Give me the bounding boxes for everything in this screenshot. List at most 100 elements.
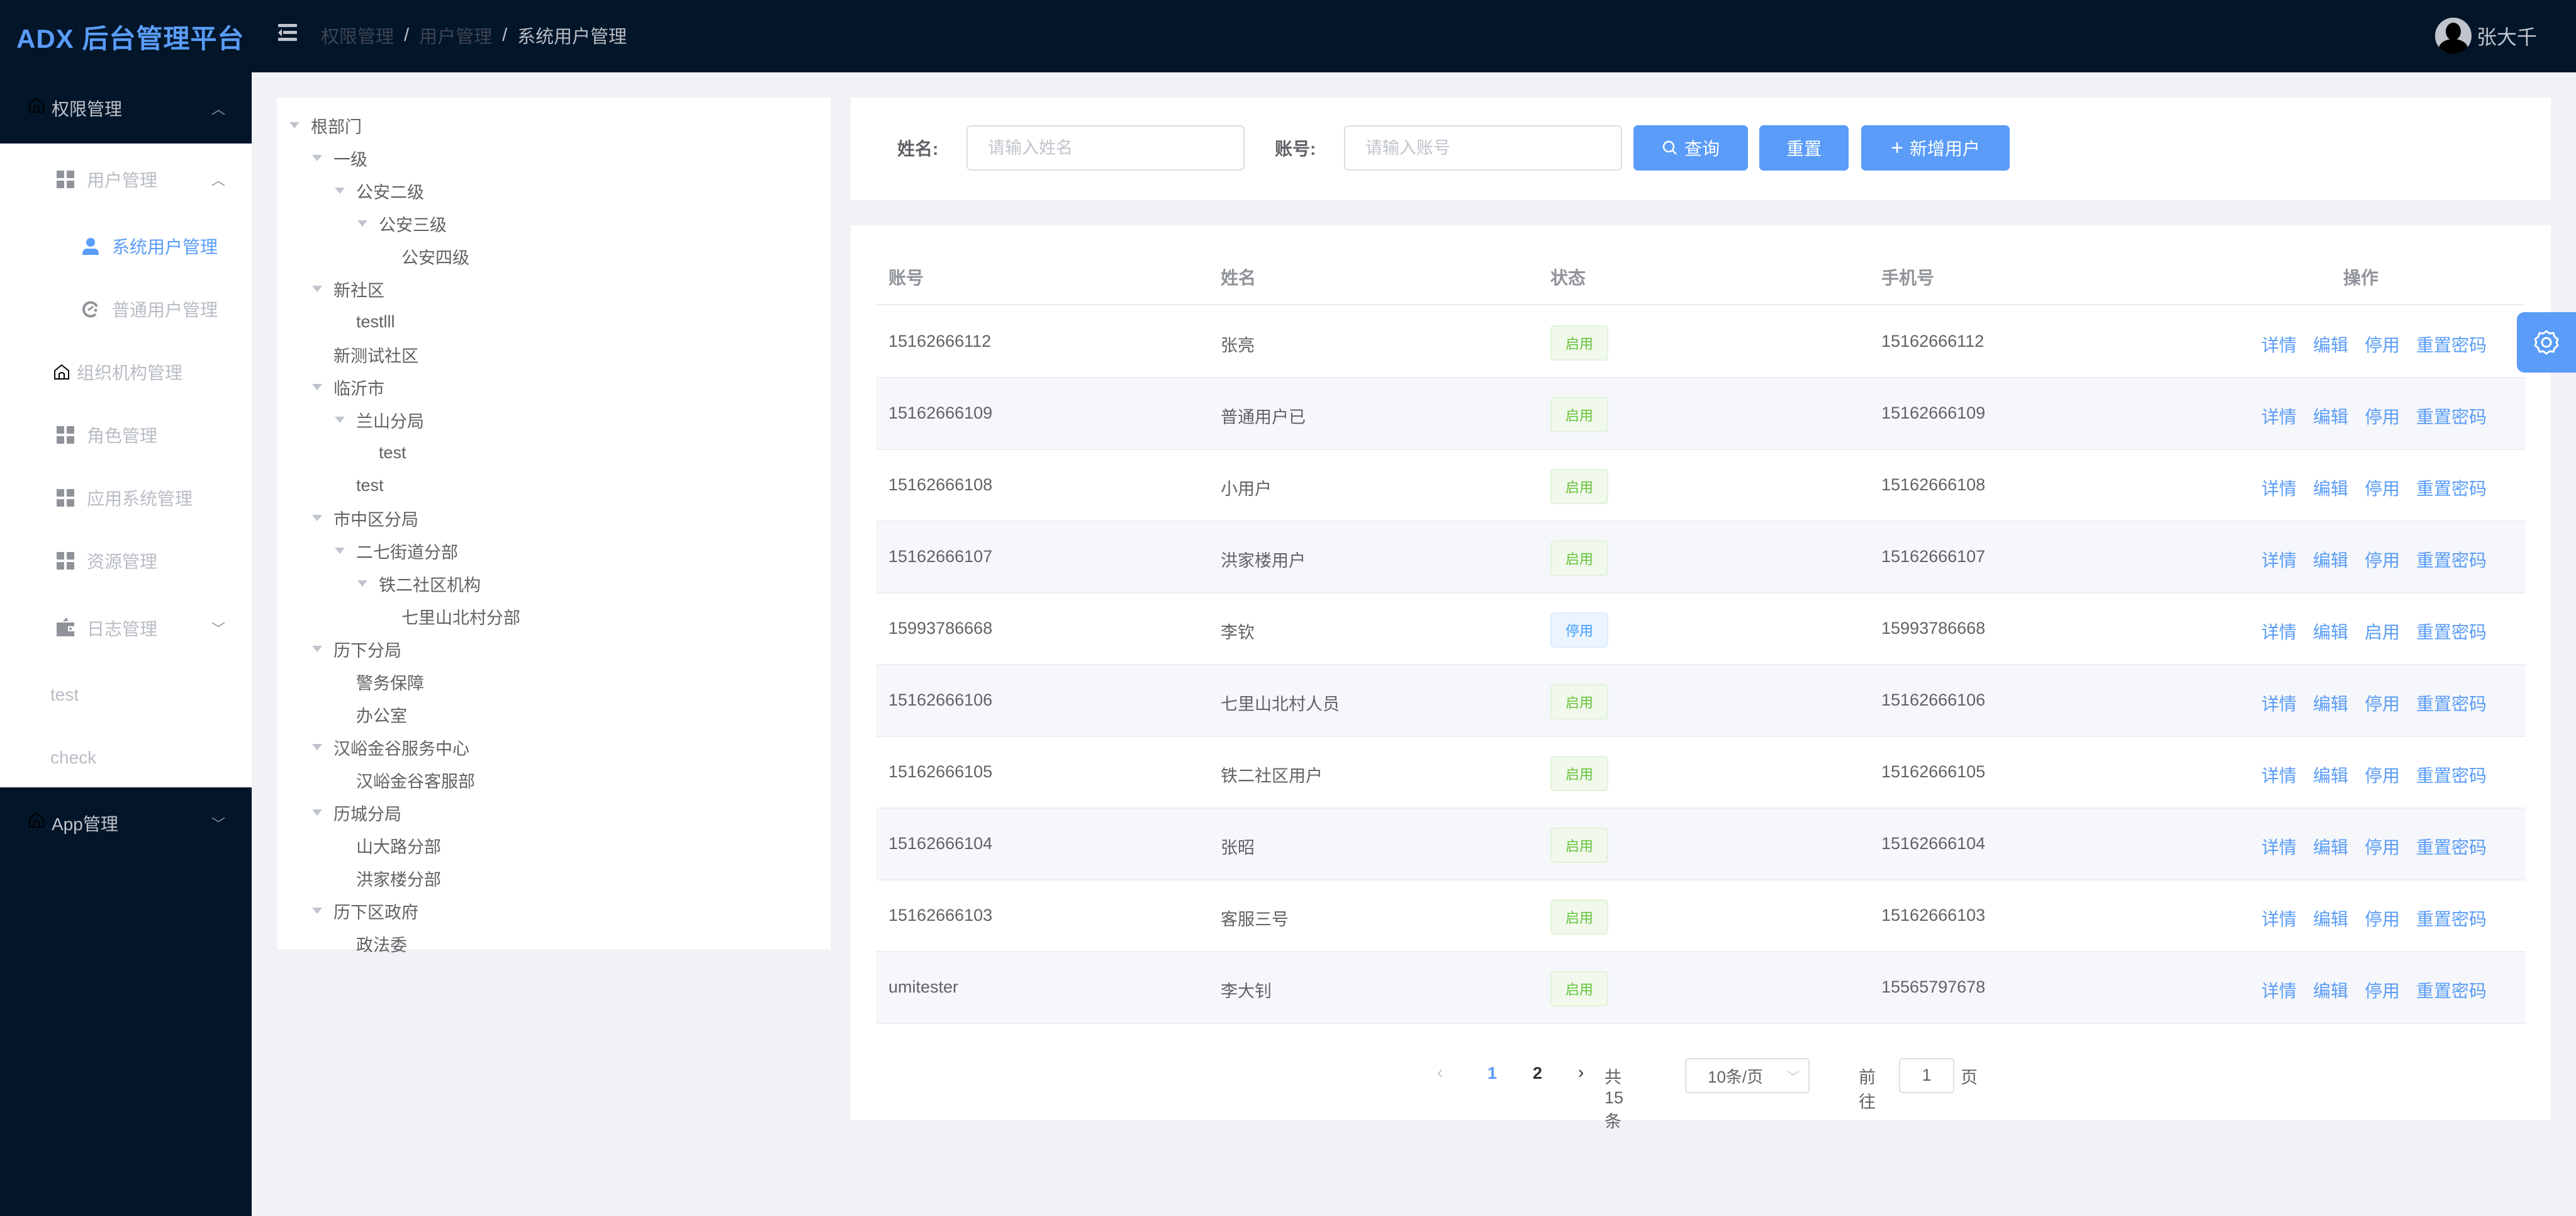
edit-link[interactable]: 编辑 bbox=[2313, 403, 2348, 429]
caret-down-icon[interactable] bbox=[312, 809, 322, 816]
detail-link[interactable]: 详情 bbox=[2261, 547, 2297, 572]
tree-node[interactable]: 汉峪金谷客服部 bbox=[335, 763, 475, 796]
sidebar-item-test[interactable]: test bbox=[0, 663, 252, 726]
tree-node[interactable]: 新测试社区 bbox=[312, 338, 418, 371]
toggle-status-link[interactable]: 停用 bbox=[2365, 762, 2400, 787]
reset-password-link[interactable]: 重置密码 bbox=[2416, 547, 2487, 572]
sidebar-item-logs[interactable]: 日志管理 ﹀ bbox=[0, 592, 252, 663]
sidebar-group-permissions[interactable]: 权限管理 ︿ bbox=[0, 72, 252, 144]
detail-link[interactable]: 详情 bbox=[2261, 834, 2297, 859]
caret-down-icon[interactable] bbox=[335, 548, 345, 554]
toggle-status-link[interactable]: 停用 bbox=[2365, 403, 2400, 429]
tree-node[interactable]: test bbox=[335, 469, 384, 502]
detail-link[interactable]: 详情 bbox=[2261, 403, 2297, 429]
reset-button[interactable]: 重置 bbox=[1759, 125, 1849, 171]
edit-link[interactable]: 编辑 bbox=[2313, 834, 2348, 859]
tree-node[interactable]: 汉峪金谷服务中心 bbox=[312, 731, 469, 763]
caret-down-icon[interactable] bbox=[312, 646, 322, 652]
detail-link[interactable]: 详情 bbox=[2261, 619, 2297, 644]
caret-down-icon[interactable] bbox=[312, 155, 322, 161]
tree-node[interactable]: 历城分局 bbox=[312, 796, 401, 829]
table-row[interactable]: 15162666106 七里山北村人员 15162666106 启用 详情 编辑 停用 重置密… bbox=[876, 665, 2526, 737]
name-input[interactable] bbox=[966, 125, 1245, 171]
query-button[interactable]: 查询 bbox=[1633, 125, 1748, 171]
tree-node[interactable]: 临沂市 bbox=[312, 371, 384, 403]
next-page-icon[interactable]: › bbox=[1578, 1062, 1584, 1083]
prev-page-icon[interactable]: ‹ bbox=[1437, 1062, 1443, 1083]
tree-node[interactable]: 办公室 bbox=[335, 698, 407, 731]
tree-node[interactable]: 铁二社区机构 bbox=[357, 567, 481, 600]
detail-link[interactable]: 详情 bbox=[2261, 906, 2297, 931]
edit-link[interactable]: 编辑 bbox=[2313, 906, 2348, 931]
table-row[interactable]: 15162666109 普通用户已 15162666109 启用 详情 编辑 停用 重置密码 bbox=[876, 378, 2526, 450]
sidebar-item-resources[interactable]: 资源管理 bbox=[0, 529, 252, 592]
tree-node[interactable]: testlll bbox=[335, 305, 395, 338]
tree-node[interactable]: 政法委 bbox=[335, 927, 407, 960]
tree-node[interactable]: 兰山分局 bbox=[335, 403, 424, 436]
toggle-status-link[interactable]: 停用 bbox=[2365, 834, 2400, 859]
tree-node[interactable]: test bbox=[357, 436, 406, 469]
toggle-status-link[interactable]: 停用 bbox=[2365, 906, 2400, 931]
sidebar-item-normal-users[interactable]: 普通用户管理 bbox=[0, 278, 252, 341]
reset-password-link[interactable]: 重置密码 bbox=[2416, 475, 2487, 500]
account-input[interactable] bbox=[1344, 125, 1622, 171]
reset-password-link[interactable]: 重置密码 bbox=[2416, 332, 2487, 357]
reset-password-link[interactable]: 重置密码 bbox=[2416, 403, 2487, 429]
toggle-status-link[interactable]: 停用 bbox=[2365, 690, 2400, 716]
breadcrumb-item[interactable]: 权限管理 bbox=[321, 22, 394, 48]
tree-node[interactable]: 二七街道分部 bbox=[335, 534, 458, 567]
tree-node[interactable]: 历下区政府 bbox=[312, 894, 418, 927]
detail-link[interactable]: 详情 bbox=[2261, 332, 2297, 357]
menu-collapse-icon[interactable] bbox=[278, 23, 298, 43]
tree-node[interactable]: 市中区分局 bbox=[312, 502, 418, 534]
page-1-button[interactable]: 1 bbox=[1487, 1064, 1497, 1083]
tree-node[interactable]: 七里山北村分部 bbox=[380, 600, 520, 633]
sidebar-item-organization[interactable]: 组织机构管理 bbox=[0, 341, 252, 403]
reset-password-link[interactable]: 重置密码 bbox=[2416, 619, 2487, 644]
edit-link[interactable]: 编辑 bbox=[2313, 332, 2348, 357]
toggle-status-link[interactable]: 停用 bbox=[2365, 547, 2400, 572]
toggle-status-link[interactable]: 停用 bbox=[2365, 332, 2400, 357]
tree-node[interactable]: 新社区 bbox=[312, 273, 384, 305]
table-row[interactable]: 15162666108 小用户 15162666108 启用 详情 编辑 停用 重置密码 bbox=[876, 450, 2526, 522]
caret-down-icon[interactable] bbox=[312, 384, 322, 390]
detail-link[interactable]: 详情 bbox=[2261, 977, 2297, 1003]
table-row[interactable]: 15162666103 客服三号 15162666103 启用 详情 编辑 停用 重置密码 bbox=[876, 881, 2526, 952]
reset-password-link[interactable]: 重置密码 bbox=[2416, 834, 2487, 859]
tree-node[interactable]: 一级 bbox=[312, 142, 367, 174]
avatar[interactable] bbox=[2434, 18, 2472, 54]
user-menu[interactable]: 张大千 bbox=[2434, 18, 2537, 54]
goto-page-input[interactable]: 1 bbox=[1899, 1058, 1954, 1093]
user-name[interactable]: 张大千 bbox=[2477, 21, 2537, 50]
detail-link[interactable]: 详情 bbox=[2261, 690, 2297, 716]
tree-node[interactable]: 公安三级 bbox=[357, 207, 447, 240]
detail-link[interactable]: 详情 bbox=[2261, 762, 2297, 787]
reset-password-link[interactable]: 重置密码 bbox=[2416, 690, 2487, 716]
table-row[interactable]: 15993786668 李钦 15993786668 停用 详情 编辑 启用 重置密码 bbox=[876, 594, 2526, 665]
tree-node[interactable]: 历下分局 bbox=[312, 633, 401, 665]
detail-link[interactable]: 详情 bbox=[2261, 475, 2297, 500]
caret-down-icon[interactable] bbox=[335, 417, 345, 423]
page-size-select[interactable]: 10条/页 ﹀ bbox=[1685, 1058, 1810, 1093]
table-row[interactable]: umitester 李大钊 15565797678 启用 详情 编辑 停用 重置密码 bbox=[876, 952, 2526, 1024]
caret-down-icon[interactable] bbox=[335, 188, 345, 194]
tree-node[interactable]: 根部门 bbox=[289, 109, 362, 142]
edit-link[interactable]: 编辑 bbox=[2313, 475, 2348, 500]
breadcrumb-item[interactable]: 用户管理 bbox=[419, 22, 492, 48]
settings-button[interactable] bbox=[2517, 312, 2576, 373]
table-row[interactable]: 15162666104 张昭 15162666104 启用 详情 编辑 停用 重置密码 bbox=[876, 809, 2526, 881]
caret-down-icon[interactable] bbox=[357, 580, 367, 587]
sidebar-item-app-systems[interactable]: 应用系统管理 bbox=[0, 466, 252, 529]
tree-node[interactable]: 公安四级 bbox=[380, 240, 469, 273]
reset-password-link[interactable]: 重置密码 bbox=[2416, 977, 2487, 1003]
table-row[interactable]: 15162666107 洪家楼用户 15162666107 启用 详情 编辑 停用 重置密码 bbox=[876, 522, 2526, 594]
toggle-status-link[interactable]: 停用 bbox=[2365, 977, 2400, 1003]
edit-link[interactable]: 编辑 bbox=[2313, 977, 2348, 1003]
toggle-status-link[interactable]: 启用 bbox=[2365, 619, 2400, 644]
caret-down-icon[interactable] bbox=[312, 908, 322, 914]
tree-node[interactable]: 山大路分部 bbox=[335, 829, 441, 862]
toggle-status-link[interactable]: 停用 bbox=[2365, 475, 2400, 500]
caret-down-icon[interactable] bbox=[312, 515, 322, 521]
table-row[interactable]: 15162666112 张亮 15162666112 启用 详情 编辑 停用 重置密码 bbox=[876, 307, 2526, 378]
add-user-button[interactable]: + 新增用户 bbox=[1861, 125, 2010, 171]
